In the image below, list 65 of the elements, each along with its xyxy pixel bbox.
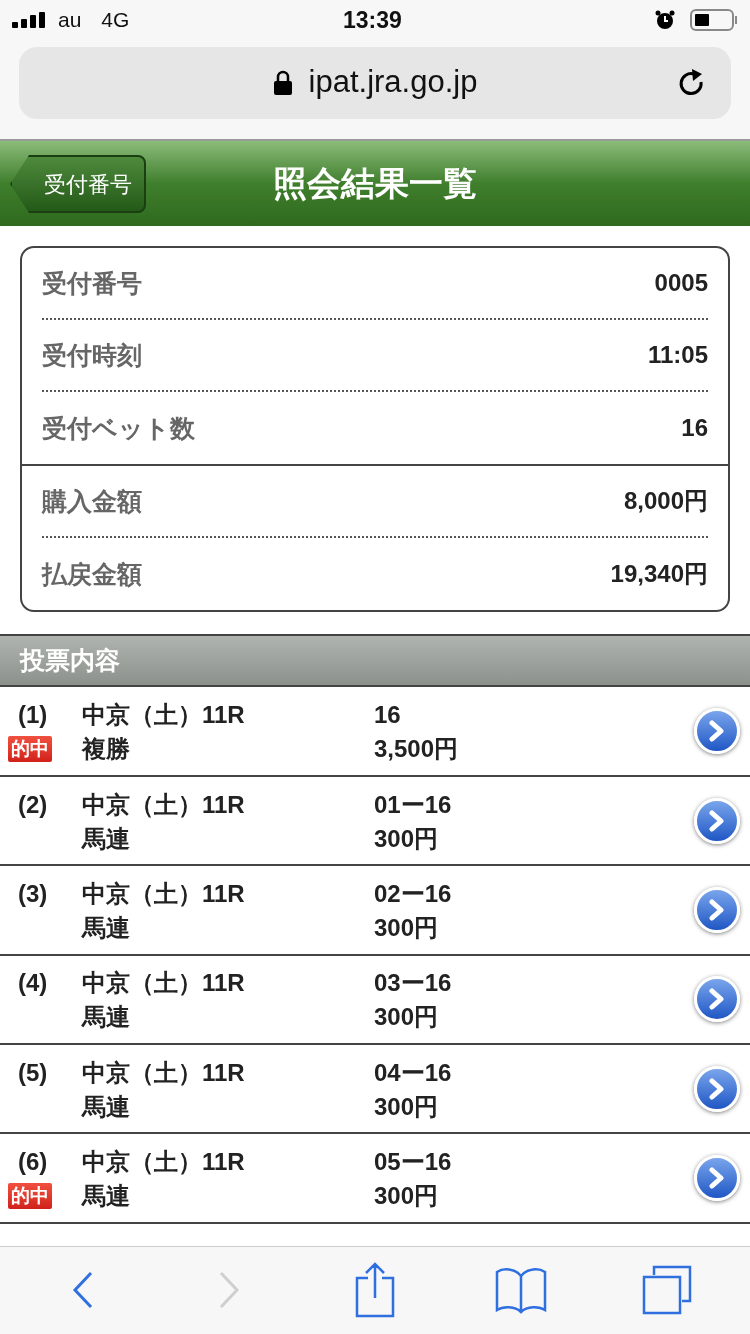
bet-type: 馬連	[82, 1183, 131, 1210]
chevron-right-icon	[708, 898, 726, 921]
bet-number: (1)	[17, 700, 48, 731]
bet-selection: 16	[374, 700, 402, 731]
bet-amount: 300円	[374, 1093, 440, 1120]
summary-label: 払戻金額	[42, 558, 142, 590]
page-title: 照会結果一覧	[273, 163, 477, 205]
back-button[interactable]: 受付番号	[10, 155, 146, 214]
chevron-right-icon	[708, 720, 726, 743]
clock-time: 13:39	[343, 5, 402, 35]
race-name: 中京（土）11R	[82, 789, 246, 820]
chevron-right-icon	[708, 988, 726, 1011]
bet-type: 馬連	[82, 1093, 131, 1120]
race-name: 中京（土）11R	[82, 1057, 246, 1088]
lock-icon	[272, 69, 293, 96]
bet-number: (4)	[17, 968, 48, 999]
book-icon	[495, 1266, 547, 1315]
bet-amount: 300円	[374, 1004, 440, 1031]
bet-selection: 01ー16	[374, 789, 453, 820]
address-bar[interactable]: ipat.jra.go.jp	[19, 46, 731, 119]
alarm-icon	[654, 8, 676, 31]
summary-label: 購入金額	[42, 485, 142, 517]
chevron-right-icon	[708, 1077, 726, 1100]
summary-value: 8,000円	[623, 486, 708, 517]
summary-value: 16	[681, 413, 708, 444]
race-name: 中京（土）11R	[82, 968, 246, 999]
race-name: 中京（土）11R	[82, 700, 246, 731]
bet-amount: 300円	[374, 914, 440, 941]
bet-amount: 300円	[374, 1183, 440, 1210]
bet-type: 馬連	[82, 914, 131, 941]
network-type: 4G	[101, 7, 130, 34]
bet-selection: 03ー16	[374, 968, 453, 999]
summary-label: 受付ベット数	[42, 412, 195, 444]
chevron-left-icon	[72, 1271, 94, 1310]
bet-number: (5)	[17, 1057, 48, 1088]
summary-value: 0005	[654, 268, 708, 299]
summary-label: 受付時刻	[42, 339, 142, 371]
summary-value: 11:05	[647, 340, 708, 371]
bet-number: (6)	[17, 1147, 48, 1178]
race-name: 中京（土）11R	[82, 1147, 246, 1178]
chevron-right-icon	[708, 1167, 726, 1190]
section-title: 投票内容	[20, 645, 120, 677]
url-text: ipat.jra.go.jp	[308, 63, 478, 102]
carrier-name: au	[58, 7, 82, 34]
signal-icon	[12, 11, 48, 28]
hit-badge: 的中	[8, 736, 52, 763]
race-name: 中京（土）11R	[82, 878, 246, 909]
summary-value: 19,340円	[610, 559, 708, 590]
share-icon	[354, 1262, 396, 1319]
bet-amount: 3,500円	[374, 736, 460, 763]
chevron-right-icon	[708, 809, 726, 832]
chevron-right-icon	[218, 1271, 240, 1310]
hit-badge: 的中	[8, 1183, 52, 1210]
bet-number: (2)	[17, 789, 48, 820]
bet-type: 複勝	[82, 736, 131, 763]
bet-selection: 05ー16	[374, 1147, 453, 1178]
bet-type: 馬連	[82, 1004, 131, 1031]
tabs-icon	[642, 1265, 692, 1316]
bet-amount: 300円	[374, 825, 440, 852]
bet-selection: 04ー16	[374, 1057, 453, 1088]
battery-icon	[690, 8, 738, 31]
bet-type: 馬連	[82, 825, 131, 852]
summary-label: 受付番号	[42, 267, 142, 299]
bet-selection: 02ー16	[374, 878, 453, 909]
bet-number: (3)	[17, 878, 48, 909]
